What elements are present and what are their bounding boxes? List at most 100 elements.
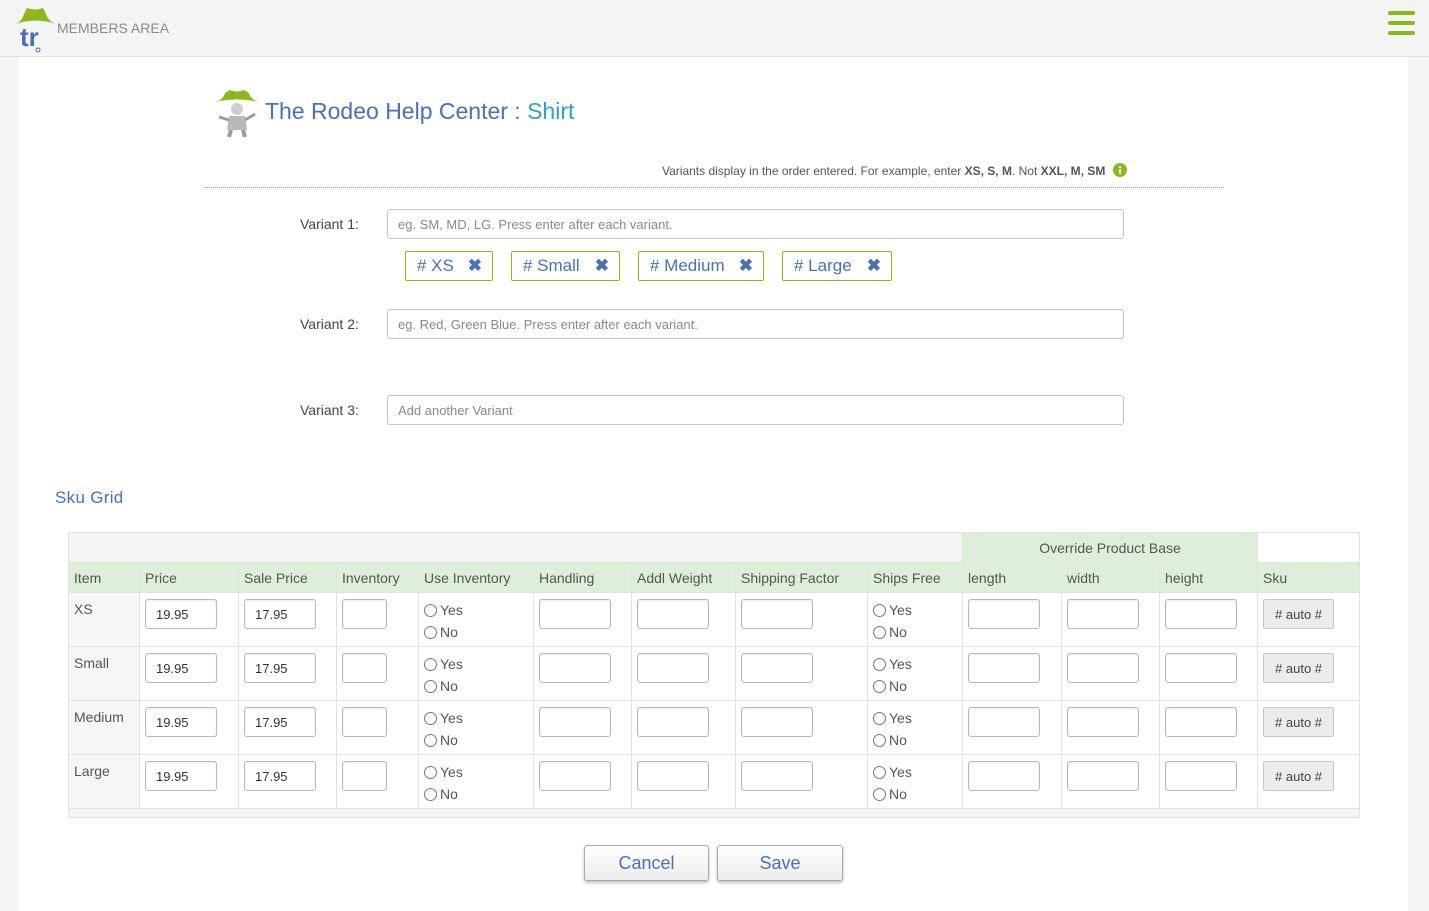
ships-free-no-radio[interactable] [873,733,886,747]
ships-free-yes-radio[interactable] [873,657,886,671]
page-subtitle: Shirt [527,98,575,124]
ships-free-yes[interactable]: Yes [873,599,957,621]
variant-order-hint: Variants display in the order entered. F… [662,163,1127,178]
use-inventory-no[interactable]: No [424,729,528,751]
height-input[interactable] [1165,761,1238,791]
ships-free-yes-radio[interactable] [873,711,886,725]
use-inventory-no[interactable]: No [424,783,528,805]
width-input[interactable] [1067,761,1140,791]
sale-price-input[interactable] [244,653,316,683]
handling-input[interactable] [539,653,611,683]
site-logo[interactable]: tr [10,4,60,54]
ships-free-no[interactable]: No [873,783,957,805]
rodeo-cowboy-icon [215,90,259,138]
length-input[interactable] [968,653,1041,683]
sku-auto-button[interactable]: # auto # [1263,707,1335,737]
variant-tag: # XS ✖ [405,251,493,281]
hamburger-menu-icon[interactable] [1388,11,1415,39]
length-input[interactable] [968,761,1041,791]
ships-free-yes-radio[interactable] [873,765,886,779]
variant-3-input[interactable] [387,395,1124,425]
remove-tag-icon[interactable]: ✖ [595,252,609,280]
use-inventory-yes-radio[interactable] [424,603,437,617]
remove-tag-icon[interactable]: ✖ [867,252,881,280]
price-input[interactable] [145,653,217,683]
sku-auto-button[interactable]: # auto # [1263,653,1335,683]
variant-1-label: Variant 1: [300,216,359,232]
inventory-input[interactable] [342,707,387,737]
ships-free-no[interactable]: No [873,729,957,751]
shipping-factor-input[interactable] [741,707,813,737]
ships-free-no-radio[interactable] [873,625,886,639]
use-inventory-yes[interactable]: Yes [424,707,528,729]
shipping-factor-input[interactable] [741,653,813,683]
variant-3-label: Variant 3: [300,402,359,418]
shipping-factor-input[interactable] [741,761,813,791]
height-input[interactable] [1165,707,1238,737]
width-input[interactable] [1067,707,1140,737]
column-header: Handling [533,562,632,593]
length-input[interactable] [968,707,1041,737]
price-input[interactable] [145,599,217,629]
column-header: Use Inventory [418,562,534,593]
sale-price-input[interactable] [244,707,316,737]
save-button[interactable]: Save [717,845,843,881]
ships-free-yes[interactable]: Yes [873,653,957,675]
price-input[interactable] [145,707,217,737]
handling-input[interactable] [539,707,611,737]
length-input[interactable] [968,599,1041,629]
cancel-button[interactable]: Cancel [584,845,709,881]
use-inventory-no-radio[interactable] [424,787,437,801]
use-inventory-no[interactable]: No [424,675,528,697]
table-group-header-row: Override Product Base [67,532,1361,563]
ships-free-no[interactable]: No [873,675,957,697]
height-input[interactable] [1165,653,1238,683]
handling-input[interactable] [539,599,611,629]
variant-tag: # Small ✖ [511,251,620,281]
ships-free-no[interactable]: No [873,621,957,643]
use-inventory-yes[interactable]: Yes [424,653,528,675]
addl-weight-input[interactable] [637,599,709,629]
ships-free-yes[interactable]: Yes [873,707,957,729]
item-name: Medium [74,709,124,725]
sale-price-input[interactable] [244,599,316,629]
inventory-input[interactable] [342,653,387,683]
item-name: Small [74,655,110,671]
handling-input[interactable] [539,761,611,791]
width-input[interactable] [1067,653,1140,683]
table-row: Medium Yes No Yes No # auto # [68,700,1361,755]
use-inventory-yes[interactable]: Yes [424,599,528,621]
table-row: Small Yes No Yes No # auto # [68,646,1361,701]
addl-weight-input[interactable] [637,761,709,791]
variant-tag: # Large ✖ [782,251,892,281]
ships-free-yes[interactable]: Yes [873,761,957,783]
info-icon[interactable] [1112,163,1127,177]
ships-free-yes-radio[interactable] [873,603,886,617]
use-inventory-yes[interactable]: Yes [424,761,528,783]
sale-price-input[interactable] [244,761,316,791]
group-header-blank [67,532,964,563]
use-inventory-no-radio[interactable] [424,625,437,639]
sku-auto-button[interactable]: # auto # [1263,761,1335,791]
addl-weight-input[interactable] [637,707,709,737]
use-inventory-yes-radio[interactable] [424,657,437,671]
height-input[interactable] [1165,599,1238,629]
inventory-input[interactable] [342,599,387,629]
use-inventory-no-radio[interactable] [424,679,437,693]
variant-2-input[interactable] [387,309,1124,339]
width-input[interactable] [1067,599,1140,629]
use-inventory-yes-radio[interactable] [424,711,437,725]
price-input[interactable] [145,761,217,791]
remove-tag-icon[interactable]: ✖ [468,252,482,280]
sku-auto-button[interactable]: # auto # [1263,599,1335,629]
shipping-factor-input[interactable] [741,599,813,629]
addl-weight-input[interactable] [637,653,709,683]
ships-free-no-radio[interactable] [873,679,886,693]
ships-free-no-radio[interactable] [873,787,886,801]
remove-tag-icon[interactable]: ✖ [739,252,753,280]
use-inventory-no[interactable]: No [424,621,528,643]
use-inventory-yes-radio[interactable] [424,765,437,779]
inventory-input[interactable] [342,761,387,791]
use-inventory-no-radio[interactable] [424,733,437,747]
variant-1-input[interactable] [387,209,1124,239]
